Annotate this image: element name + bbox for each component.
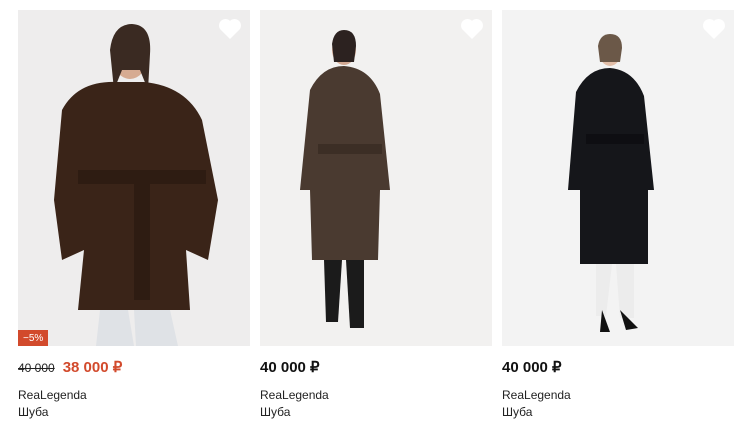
product-brand[interactable]: ReaLegenda bbox=[260, 388, 492, 402]
old-price: 40 000 bbox=[18, 361, 55, 375]
product-type[interactable]: Шуба bbox=[18, 405, 250, 419]
current-price: 40 000 ₽ bbox=[502, 359, 562, 376]
favorite-heart-icon[interactable] bbox=[702, 18, 726, 40]
product-image[interactable] bbox=[502, 10, 734, 346]
discount-badge: −5% bbox=[18, 330, 49, 346]
product-brand[interactable]: ReaLegenda bbox=[502, 388, 734, 402]
favorite-heart-icon[interactable] bbox=[218, 18, 242, 40]
product-card[interactable]: 40 000 ₽ ReaLegenda Шуба bbox=[260, 10, 492, 419]
price-row: 40 000 38 000 ₽ bbox=[18, 358, 250, 378]
product-card[interactable]: −5% 40 000 38 000 ₽ ReaLegenda Шуба bbox=[18, 10, 250, 419]
product-card[interactable]: 40 000 ₽ ReaLegenda Шуба bbox=[502, 10, 734, 419]
current-price: 38 000 ₽ bbox=[62, 359, 123, 376]
product-photo-figure bbox=[502, 10, 734, 346]
current-price: 40 000 ₽ bbox=[260, 359, 320, 376]
price-row: 40 000 ₽ bbox=[502, 358, 734, 378]
favorite-heart-icon[interactable] bbox=[460, 18, 484, 40]
price-row: 40 000 ₽ bbox=[260, 358, 492, 378]
product-type[interactable]: Шуба bbox=[260, 405, 492, 419]
product-image[interactable]: −5% bbox=[18, 10, 250, 346]
product-type[interactable]: Шуба bbox=[502, 405, 734, 419]
product-photo-figure bbox=[18, 10, 250, 346]
product-image[interactable] bbox=[260, 10, 492, 346]
product-photo-figure bbox=[260, 10, 492, 346]
product-brand[interactable]: ReaLegenda bbox=[18, 388, 250, 402]
